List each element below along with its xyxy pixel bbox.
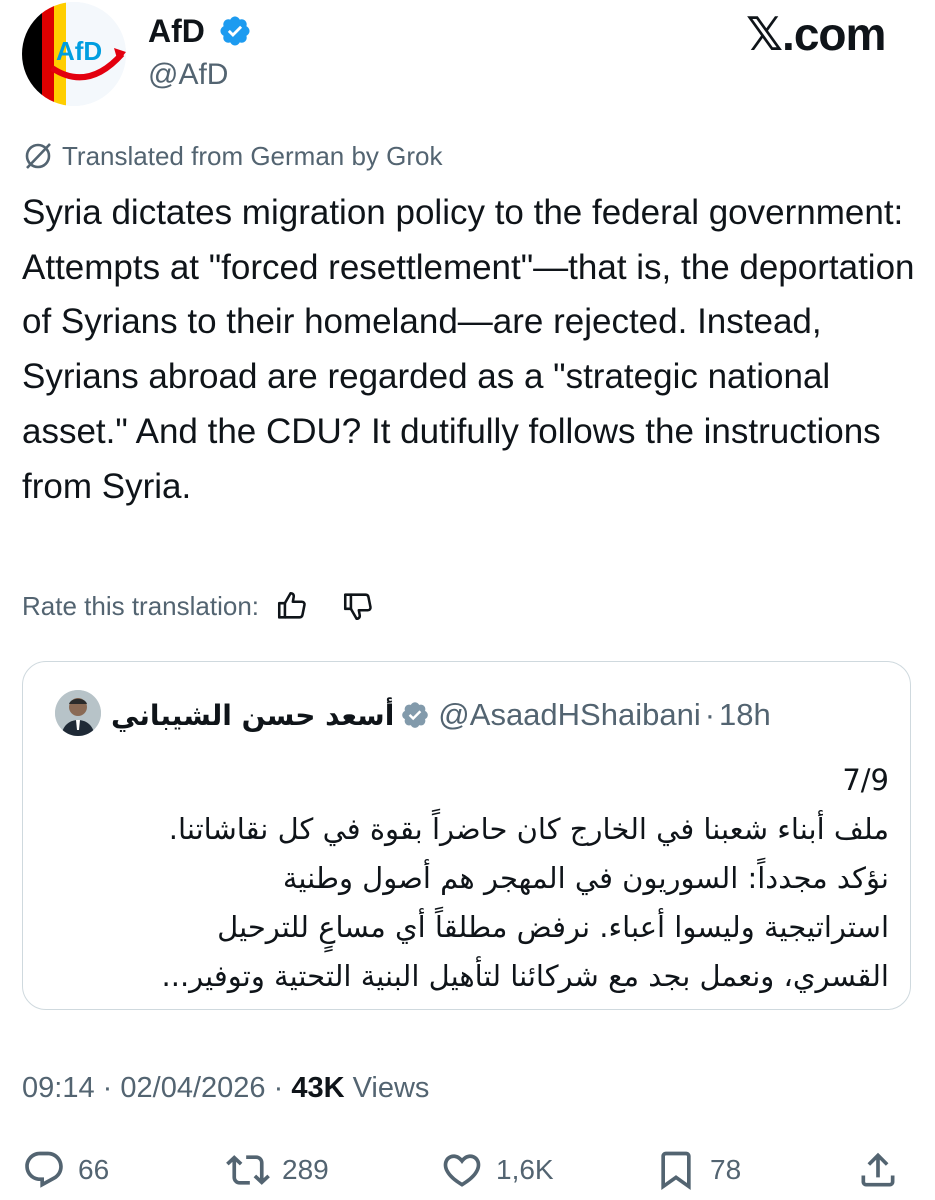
- quote-line: نؤكد مجدداً: السوريون في المهجر هم أصول …: [282, 861, 889, 895]
- thumbs-down-icon[interactable]: [341, 589, 375, 623]
- repost-button[interactable]: 289: [226, 1148, 329, 1192]
- quote-timestamp[interactable]: 18h: [719, 697, 771, 733]
- quote-separator: ·: [704, 697, 716, 732]
- rate-translation: Rate this translation:: [22, 586, 375, 626]
- reply-count: 66: [78, 1154, 110, 1185]
- reply-button[interactable]: 66: [22, 1148, 109, 1192]
- like-button[interactable]: 1,6K: [440, 1148, 554, 1192]
- tweet-meta: 09:14 · 02/04/2026 · 43K Views: [22, 1068, 429, 1108]
- meta-separator: ·: [102, 1072, 113, 1104]
- quote-handle[interactable]: @AsaadHShaibani: [438, 697, 700, 733]
- quote-line: استراتيجية وليسوا أعباء. نرفض مطلقاً أي …: [217, 910, 889, 944]
- views-count: 43K: [291, 1072, 345, 1104]
- heart-icon: [443, 1154, 481, 1187]
- quote-header: أسعد حسن الشيباني @AsaadHShaibani · 18h: [111, 692, 771, 738]
- quote-line: ملف أبناء شعبنا في الخارج كان حاضراً بقو…: [168, 812, 889, 846]
- thumbs-up-icon[interactable]: [275, 589, 309, 623]
- quote-avatar[interactable]: [55, 690, 101, 736]
- like-count: 1,6K: [496, 1154, 554, 1185]
- translation-label: Translated from German by Grok: [62, 140, 443, 171]
- bookmark-button[interactable]: 78: [654, 1148, 741, 1192]
- views-label: Views: [352, 1072, 430, 1104]
- tweet-date[interactable]: 02/04/2026: [120, 1072, 265, 1104]
- repost-icon: [226, 1155, 270, 1185]
- verified-badge-icon[interactable]: [218, 14, 252, 48]
- quote-line: القسري، ونعمل بجد مع شركائنا لتأهيل البن…: [161, 959, 889, 993]
- bookmark-icon: [661, 1151, 691, 1191]
- avatar[interactable]: AfD: [22, 2, 126, 106]
- bookmark-count: 78: [710, 1154, 742, 1185]
- no-translate-icon: [25, 143, 51, 169]
- share-button[interactable]: [856, 1148, 900, 1192]
- meta-separator: ·: [273, 1072, 284, 1104]
- reply-icon: [25, 1151, 63, 1188]
- tweet-text: Syria dictates migration policy to the f…: [22, 193, 915, 506]
- repost-count: 289: [282, 1154, 329, 1185]
- translation-indicator: Translated from German by Grok: [22, 138, 443, 174]
- quote-display-name[interactable]: أسعد حسن الشيباني: [111, 699, 394, 732]
- site-logo: 𝕏.com: [746, 8, 886, 60]
- display-name[interactable]: AfD: [148, 12, 205, 50]
- quoted-tweet-card[interactable]: أسعد حسن الشيباني @AsaadHShaibani · 18h …: [22, 661, 911, 1010]
- svg-text:AfD: AfD: [56, 36, 102, 66]
- tweet-time[interactable]: 09:14: [22, 1072, 95, 1104]
- rate-label: Rate this translation:: [22, 590, 260, 621]
- quote-line: 7/9: [842, 763, 889, 797]
- person-avatar-icon: [55, 690, 101, 736]
- quote-verified-badge-icon[interactable]: [400, 700, 430, 730]
- user-handle[interactable]: @AfD: [148, 56, 228, 94]
- quote-text: 7/9 ملف أبناء شعبنا في الخارج كان حاضراً…: [47, 756, 889, 1001]
- afd-logo-icon: AfD: [22, 2, 126, 106]
- share-icon: [861, 1152, 895, 1187]
